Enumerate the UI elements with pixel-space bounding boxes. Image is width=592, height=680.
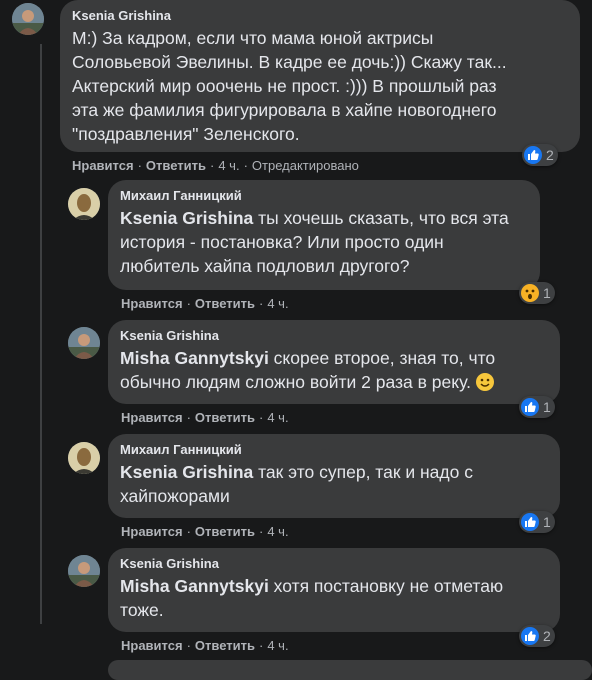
timestamp[interactable]: 4 ч. [267,410,288,425]
timestamp[interactable]: 4 ч. [267,524,288,539]
like-icon [521,513,539,531]
wow-icon [521,284,539,302]
comment-text: Misha Gannytskyi скорее второе, зная то,… [120,348,496,392]
reaction-summary[interactable]: 1 [519,511,555,533]
reply-button[interactable]: Ответить [195,296,255,311]
mention-link[interactable]: Ksenia Grishina [120,208,253,228]
timestamp[interactable]: 4 ч. [267,296,288,311]
like-button[interactable]: Нравится [72,158,134,173]
avatar[interactable] [68,327,100,359]
reaction-summary[interactable]: 2 [519,625,555,647]
comment-author[interactable]: Ksenia Grishina [120,556,548,572]
timestamp[interactable]: 4 ч. [218,158,239,173]
comment-author[interactable]: Ksenia Grishina [72,8,568,24]
timestamp[interactable]: 4 ч. [267,638,288,653]
comment-actions: Нравится · Ответить · 4 ч. [121,638,289,653]
comment-author[interactable]: Ksenia Grishina [120,328,548,344]
like-icon [521,398,539,416]
comment-actions: Нравится · Ответить · 4 ч. [121,410,289,425]
comment-author[interactable]: Михаил Ганницкий [120,188,528,204]
comment-bubble: Ksenia Grishina Misha Gannytskyi скорее … [108,320,560,404]
reaction-summary[interactable]: 2 [522,144,558,166]
reaction-summary[interactable]: 1 [519,396,555,418]
avatar[interactable] [12,3,44,35]
smile-emoji-icon [475,373,494,391]
reaction-count: 1 [543,514,551,530]
reaction-summary[interactable]: 1 [519,282,555,304]
comment-text: Ksenia Grishina так это супер, так и над… [120,462,473,506]
comment-bubble: Ksenia Grishina Misha Gannytskyi хотя по… [108,548,560,632]
reply-button[interactable]: Ответить [195,524,255,539]
comment-text: Ksenia Grishina ты хочешь сказать, что в… [120,208,509,276]
edited-label: Отредактировано [251,158,359,173]
like-icon [524,146,542,164]
comment-text: М:) За кадром, если что мама юной актрис… [72,28,507,144]
comment-bubble-partial [108,660,592,680]
avatar[interactable] [68,555,100,587]
comment-bubble: Михаил Ганницкий Ksenia Grishina ты хоче… [108,180,540,290]
like-button[interactable]: Нравится [121,524,183,539]
reaction-count: 1 [543,285,551,301]
reply-button[interactable]: Ответить [146,158,206,173]
mention-link[interactable]: Misha Gannytskyi [120,348,269,368]
avatar[interactable] [68,188,100,220]
mention-link[interactable]: Ksenia Grishina [120,462,253,482]
reply-button[interactable]: Ответить [195,410,255,425]
like-button[interactable]: Нравится [121,296,183,311]
comment-actions: Нравится · Ответить · 4 ч. [121,296,289,311]
mention-link[interactable]: Misha Gannytskyi [120,576,269,596]
comment-actions: Нравится · Ответить · 4 ч. [121,524,289,539]
like-button[interactable]: Нравится [121,638,183,653]
reaction-count: 2 [543,628,551,644]
comment-author[interactable]: Михаил Ганницкий [120,442,548,458]
like-icon [521,627,539,645]
thread-line [40,44,42,624]
reaction-count: 1 [543,399,551,415]
comment-bubble: Михаил Ганницкий Ksenia Grishina так это… [108,434,560,518]
comment-text: Misha Gannytskyi хотя постановку не отме… [120,576,504,620]
comment-bubble: Ksenia Grishina М:) За кадром, если что … [60,0,580,152]
comment-actions: Нравится · Ответить · 4 ч. · Отредактировано [72,158,359,173]
reply-button[interactable]: Ответить [195,638,255,653]
reaction-count: 2 [546,147,554,163]
avatar[interactable] [68,442,100,474]
like-button[interactable]: Нравится [121,410,183,425]
